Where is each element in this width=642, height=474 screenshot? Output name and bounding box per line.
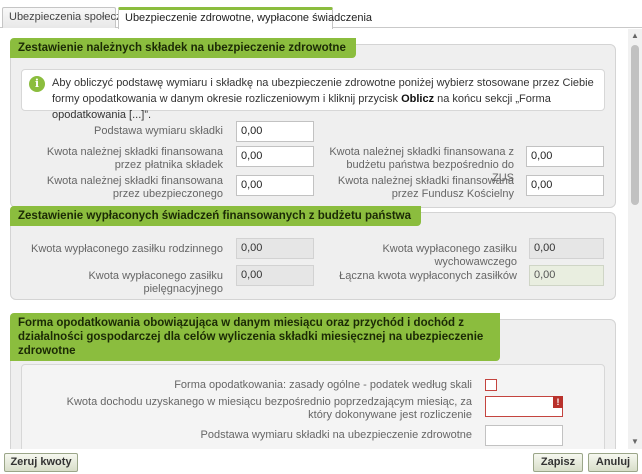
platnik-input[interactable]: 0,00	[236, 146, 314, 167]
budzet-input[interactable]: 0,00	[526, 146, 604, 167]
podstawa-zdrowotne-label: Podstawa wymiaru składki na ubezpieczeni…	[200, 429, 472, 441]
scroll-up-icon[interactable]: ▲	[628, 29, 642, 43]
bottom-bar: Zeruj kwoty Zapisz Anuluj	[0, 449, 642, 474]
section-title: Zestawienie wypłaconych świadczeń finans…	[10, 206, 422, 226]
zeruj-kwoty-button[interactable]: Zeruj kwoty	[4, 453, 78, 472]
ubezpieczony-input[interactable]: 0,00	[236, 175, 314, 196]
wychowawczy-input: 0,00	[529, 238, 604, 259]
podstawa-zdrowotne-input[interactable]	[485, 425, 563, 446]
section-title: Zestawienie należnych składek na ubezpie…	[10, 38, 356, 58]
forma-checkbox[interactable]	[485, 379, 497, 391]
zapisz-button[interactable]: Zapisz	[533, 453, 583, 472]
section-swiadczenia: Zestawienie wypłaconych świadczeń finans…	[10, 206, 616, 300]
dochod-label: Kwota dochodu uzyskanego w miesiącu bezp…	[66, 396, 472, 421]
ubezpieczony-label: Kwota należnej składki finansowana przez…	[46, 175, 223, 200]
form-content: Zestawienie należnych składek na ubezpie…	[0, 29, 628, 449]
platnik-label: Kwota należnej składki finansowana przez…	[46, 146, 223, 171]
fundusz-input[interactable]: 0,00	[526, 175, 604, 196]
forma-box: Forma opodatkowania: zasady ogólne - pod…	[21, 364, 605, 449]
pielegnacyjny-label: Kwota wypłaconego zasiłku pielęgnacyjneg…	[88, 270, 223, 295]
scroll-down-icon[interactable]: ▼	[628, 435, 642, 449]
info-box: i Aby obliczyć podstawę wymiaru i składk…	[21, 69, 605, 121]
vertical-scrollbar[interactable]: ▲ ▼	[628, 29, 642, 449]
rodzinny-input: 0,00	[236, 238, 314, 259]
anuluj-button[interactable]: Anuluj	[588, 453, 638, 472]
section-title: Forma opodatkowania obowiązująca w danym…	[10, 313, 500, 361]
section-forma-opodatkowania: Forma opodatkowania obowiązująca w danym…	[10, 313, 616, 449]
forma-label: Forma opodatkowania: zasady ogólne - pod…	[174, 379, 472, 391]
laczna-label: Łączna kwota wypłaconych zasiłków	[339, 270, 517, 282]
laczna-input: 0,00	[529, 265, 604, 286]
info-text: Aby obliczyć podstawę wymiaru i składkę …	[52, 77, 594, 121]
section-skladki-zdrowotne: Zestawienie należnych składek na ubezpie…	[10, 38, 616, 208]
tab-bar: Ubezpieczenia społeczne Ubezpieczenie zd…	[0, 0, 642, 29]
error-marker-icon: !	[553, 396, 563, 408]
rodzinny-label: Kwota wypłaconego zasiłku rodzinnego	[31, 243, 224, 255]
tab-ubezpieczenia-spoleczne[interactable]: Ubezpieczenia społeczne	[2, 7, 134, 28]
scroll-thumb[interactable]	[631, 45, 639, 205]
dochod-input[interactable]: !	[485, 396, 563, 417]
fundusz-label: Kwota należnej składki finansowana przez…	[337, 175, 514, 200]
info-icon: i	[29, 76, 45, 92]
wychowawczy-label: Kwota wypłaconego zasiłku wychowawczego	[382, 243, 517, 268]
podstawa-input[interactable]: 0,00	[236, 121, 314, 142]
tab-ubezpieczenie-zdrowotne[interactable]: Ubezpieczenie zdrowotne, wypłacone świad…	[118, 7, 372, 29]
pielegnacyjny-input: 0,00	[236, 265, 314, 286]
podstawa-label: Podstawa wymiaru składki	[94, 125, 223, 137]
